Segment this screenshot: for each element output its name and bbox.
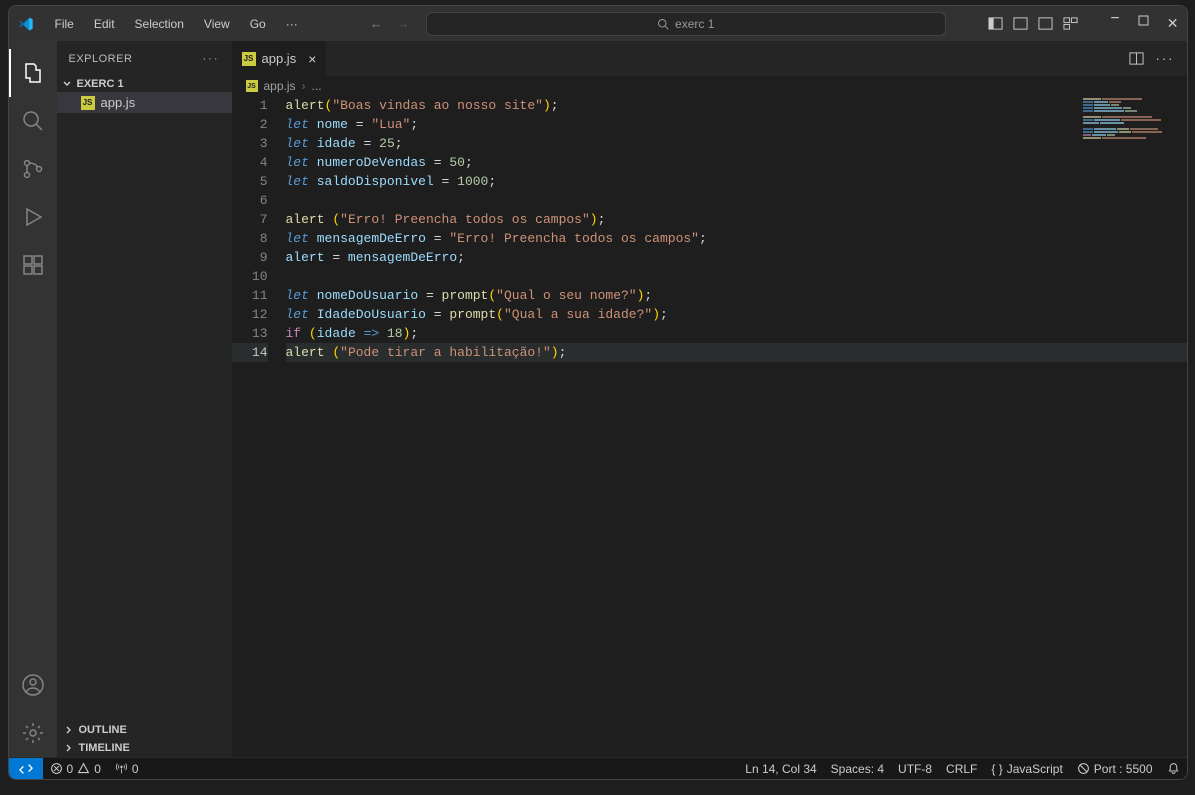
project-root[interactable]: EXERC 1 — [57, 76, 232, 92]
file-name: app.js — [101, 95, 136, 110]
tab-label: app.js — [262, 51, 297, 66]
window-minimize-icon[interactable]: − — [1110, 15, 1119, 32]
js-file-icon: JS — [81, 96, 95, 110]
tab-app-js[interactable]: JS app.js × — [232, 41, 328, 76]
tab-more-icon[interactable]: ··· — [1156, 51, 1175, 66]
chevron-down-icon — [61, 78, 73, 90]
nav-forward-icon[interactable]: → — [397, 16, 410, 31]
search-icon — [657, 18, 669, 30]
layout-controls — [988, 16, 1078, 31]
window-maximize-icon[interactable] — [1138, 15, 1149, 26]
titlebar: File Edit Selection View Go ··· ← → exer… — [9, 6, 1187, 41]
line-gutter: 1234567891011121314 — [232, 96, 286, 757]
activity-account-icon[interactable] — [9, 661, 57, 709]
radio-tower-icon — [115, 762, 128, 775]
layout-panel-bottom-icon[interactable] — [1013, 16, 1028, 31]
split-editor-icon[interactable] — [1129, 51, 1144, 66]
status-bar: 0 0 0 Ln 14, Col 34 Spaces: 4 UTF-8 CRLF… — [9, 757, 1187, 779]
menu-file[interactable]: File — [47, 13, 82, 35]
explorer-sidebar: EXPLORER ··· EXERC 1 JS app.js OUTLINE T… — [57, 41, 232, 757]
chevron-right-icon — [63, 724, 75, 736]
status-problems[interactable]: 0 0 — [43, 758, 108, 779]
activity-extensions-icon[interactable] — [9, 241, 57, 289]
activity-settings-icon[interactable] — [9, 709, 57, 757]
js-file-icon: JS — [242, 52, 256, 66]
braces-icon: { } — [991, 762, 1002, 776]
code-content[interactable]: alert("Boas vindas ao nosso site");let n… — [286, 96, 1187, 757]
layout-panel-right-icon[interactable] — [1038, 16, 1053, 31]
warning-icon — [77, 762, 90, 775]
timeline-panel[interactable]: TIMELINE — [57, 739, 232, 757]
main-area: EXPLORER ··· EXERC 1 JS app.js OUTLINE T… — [9, 41, 1187, 757]
warning-count: 0 — [94, 762, 101, 776]
status-liveserver[interactable]: Port : 5500 — [1070, 762, 1160, 776]
menu-view[interactable]: View — [196, 13, 238, 35]
timeline-label: TIMELINE — [79, 742, 130, 754]
vscode-logo-icon — [17, 15, 35, 33]
breadcrumb-more: ... — [312, 79, 322, 93]
command-center-search[interactable]: exerc 1 — [426, 12, 946, 36]
activity-search-icon[interactable] — [9, 97, 57, 145]
outline-panel[interactable]: OUTLINE — [57, 721, 232, 739]
layout-customize-icon[interactable] — [1063, 16, 1078, 31]
tab-close-icon[interactable]: × — [308, 51, 316, 67]
status-notifications[interactable] — [1160, 762, 1187, 775]
bell-icon — [1167, 762, 1180, 775]
activity-source-control-icon[interactable] — [9, 145, 57, 193]
status-lncol[interactable]: Ln 14, Col 34 — [738, 762, 823, 776]
status-eol[interactable]: CRLF — [939, 762, 984, 776]
tab-bar: JS app.js × ··· — [232, 41, 1187, 76]
code-editor[interactable]: 1234567891011121314 alert("Boas vindas a… — [232, 96, 1187, 757]
activity-run-debug-icon[interactable] — [9, 193, 57, 241]
explorer-title: EXPLORER — [69, 53, 133, 65]
project-name: EXERC 1 — [77, 78, 124, 90]
status-encoding[interactable]: UTF-8 — [891, 762, 939, 776]
breadcrumb-file: app.js — [264, 79, 296, 93]
window-close-icon[interactable]: ✕ — [1167, 15, 1179, 32]
layout-panel-left-icon[interactable] — [988, 16, 1003, 31]
editor-group: JS app.js × ··· JS app.js › ... 12345678… — [232, 41, 1187, 757]
breadcrumb[interactable]: JS app.js › ... — [232, 76, 1187, 96]
search-text: exerc 1 — [675, 17, 714, 31]
status-language[interactable]: { } JavaScript — [984, 762, 1069, 776]
menu-edit[interactable]: Edit — [86, 13, 123, 35]
breadcrumb-sep: › — [302, 79, 306, 93]
activity-explorer-icon[interactable] — [9, 49, 57, 97]
explorer-header: EXPLORER ··· — [57, 41, 232, 76]
error-count: 0 — [67, 762, 74, 776]
activity-bar — [9, 41, 57, 757]
menu-more[interactable]: ··· — [278, 13, 306, 35]
remote-indicator[interactable] — [9, 758, 43, 779]
nav-back-icon[interactable]: ← — [370, 16, 383, 31]
nav-arrows: ← → — [370, 16, 410, 31]
minimap[interactable] — [1083, 98, 1183, 128]
file-app-js[interactable]: JS app.js — [57, 92, 232, 113]
outline-label: OUTLINE — [79, 724, 127, 736]
menu-go[interactable]: Go — [242, 13, 274, 35]
chevron-right-icon — [63, 742, 75, 754]
menu-selection[interactable]: Selection — [127, 13, 192, 35]
status-ports[interactable]: 0 — [108, 758, 146, 779]
status-spaces[interactable]: Spaces: 4 — [824, 762, 891, 776]
error-icon — [50, 762, 63, 775]
explorer-more-icon[interactable]: ··· — [203, 53, 220, 65]
js-file-icon: JS — [246, 80, 258, 92]
vscode-window: File Edit Selection View Go ··· ← → exer… — [8, 5, 1188, 780]
broadcast-icon — [1077, 762, 1090, 775]
ports-count: 0 — [132, 762, 139, 776]
